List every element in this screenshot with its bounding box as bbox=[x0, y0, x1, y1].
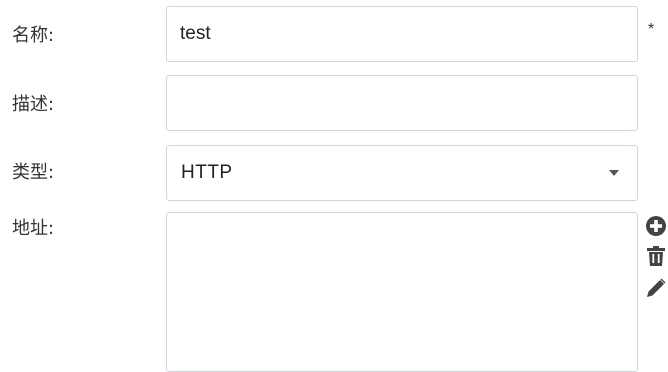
name-input-value: test bbox=[180, 23, 211, 44]
chevron-down-icon bbox=[609, 170, 619, 176]
address-textarea[interactable] bbox=[166, 212, 638, 372]
description-label: 描述: bbox=[12, 94, 55, 115]
name-input[interactable]: test bbox=[166, 6, 638, 62]
plus-circle-icon[interactable] bbox=[644, 214, 668, 238]
type-select[interactable]: HTTP bbox=[166, 145, 638, 201]
address-label: 地址: bbox=[12, 218, 55, 239]
type-select-value: HTTP bbox=[181, 162, 233, 183]
description-input[interactable] bbox=[166, 75, 638, 131]
name-label: 名称: bbox=[12, 25, 55, 46]
type-label: 类型: bbox=[12, 162, 55, 183]
pencil-icon[interactable] bbox=[644, 276, 668, 300]
trash-icon[interactable] bbox=[644, 244, 668, 268]
required-mark: * bbox=[648, 21, 655, 38]
